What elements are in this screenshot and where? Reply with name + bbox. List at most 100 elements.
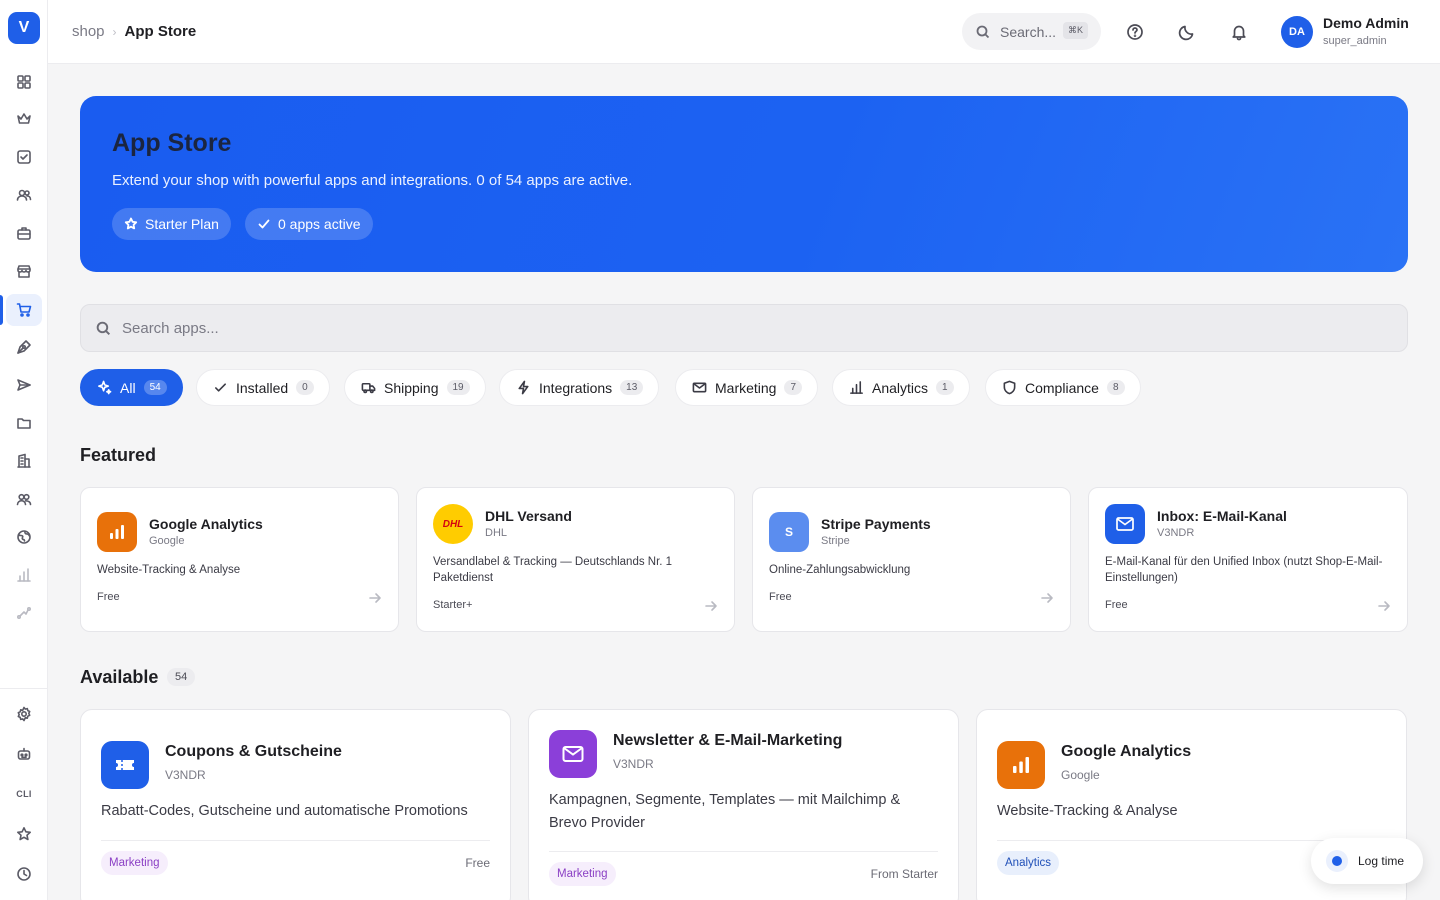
notifications-button[interactable] bbox=[1227, 20, 1251, 44]
cart-icon[interactable] bbox=[6, 294, 42, 326]
app-name: Stripe Payments bbox=[821, 516, 931, 532]
hero-banner: App Store Extend your shop with powerful… bbox=[80, 96, 1408, 272]
user-role: super_admin bbox=[1323, 35, 1387, 47]
app-price: Starter+ bbox=[433, 599, 473, 611]
active-indicator bbox=[0, 295, 3, 325]
app-name: DHL Versand bbox=[485, 508, 572, 524]
filter-chip-count: 0 bbox=[296, 380, 314, 395]
arrow-right-icon bbox=[1377, 599, 1391, 613]
cli-label: CLI bbox=[16, 789, 32, 799]
app-search-input[interactable] bbox=[122, 319, 1322, 337]
user-name[interactable]: Demo Admin bbox=[1323, 15, 1409, 31]
featured-app-card[interactable]: Google Analytics Google Website-Tracking… bbox=[80, 487, 399, 632]
app-price: Free bbox=[769, 591, 792, 603]
stripe-logo-text: S bbox=[784, 525, 793, 539]
page-subtitle: Extend your shop with powerful apps and … bbox=[112, 172, 633, 189]
filter-chip-analytics[interactable]: Analytics 1 bbox=[832, 369, 970, 406]
filter-chip-shipping[interactable]: Shipping 19 bbox=[344, 369, 486, 406]
global-search-button[interactable]: Search... ⌘K bbox=[962, 13, 1101, 50]
stripe-icon: S bbox=[769, 512, 809, 552]
app-price: Free bbox=[97, 591, 120, 603]
app-name: Inbox: E-Mail-Kanal bbox=[1157, 508, 1287, 524]
send-icon[interactable] bbox=[6, 369, 42, 401]
settings-icon[interactable] bbox=[6, 698, 42, 730]
arrow-right-icon bbox=[1040, 591, 1054, 605]
chevron-right-icon: › bbox=[112, 24, 117, 39]
clock-icon[interactable] bbox=[6, 858, 42, 890]
breadcrumb-shop-link[interactable]: shop bbox=[72, 23, 105, 40]
search-shortcut-badge: ⌘K bbox=[1062, 22, 1088, 39]
globe-icon[interactable] bbox=[6, 521, 42, 553]
app-description: Website-Tracking & Analyse bbox=[97, 564, 241, 576]
cli-icon[interactable]: CLI bbox=[6, 778, 42, 810]
filter-chip-marketing[interactable]: Marketing 7 bbox=[675, 369, 819, 406]
store-icon[interactable] bbox=[6, 255, 42, 287]
checkbox-icon[interactable] bbox=[6, 141, 42, 173]
app-vendor: Google bbox=[149, 535, 185, 547]
app-name: Newsletter & E-Mail-Marketing bbox=[613, 732, 843, 749]
pen-tool-icon[interactable] bbox=[6, 331, 42, 363]
moon-icon bbox=[1178, 25, 1194, 41]
filter-chip-compliance[interactable]: Compliance 8 bbox=[985, 369, 1141, 406]
featured-app-card[interactable]: DHL DHL Versand DHL Versandlabel & Track… bbox=[416, 487, 735, 632]
featured-heading: Featured bbox=[80, 445, 157, 465]
trend-icon[interactable] bbox=[6, 597, 42, 629]
app-price: Free bbox=[1105, 599, 1128, 611]
breadcrumb: shop › App Store bbox=[72, 23, 196, 40]
shield-icon bbox=[1003, 380, 1016, 395]
filter-chip-label: Shipping bbox=[384, 379, 439, 396]
analytics-icon bbox=[97, 512, 137, 552]
log-time-button[interactable]: Log time bbox=[1311, 838, 1423, 884]
dhl-logo-icon: DHL bbox=[433, 504, 473, 544]
dashboard-icon[interactable] bbox=[6, 66, 42, 98]
app-description: Versandlabel & Tracking — Deutschlands N… bbox=[433, 556, 673, 584]
building-icon[interactable] bbox=[6, 445, 42, 477]
dhl-logo-text: DHL bbox=[442, 518, 464, 530]
category-tag: Marketing bbox=[101, 851, 168, 875]
filter-chip-count: 8 bbox=[1106, 380, 1125, 395]
help-circle-icon bbox=[1127, 24, 1143, 40]
app-vendor: Google bbox=[1061, 768, 1100, 782]
plan-badge-label: Starter Plan bbox=[145, 216, 219, 232]
filter-chip-count: 54 bbox=[143, 380, 167, 395]
app-search-bar bbox=[80, 304, 1408, 352]
bar-chart-icon[interactable] bbox=[6, 559, 42, 591]
app-logo[interactable]: V bbox=[8, 12, 40, 44]
app-price: Free bbox=[465, 856, 490, 870]
filter-chip-installed[interactable]: Installed 0 bbox=[196, 369, 330, 406]
sparkle-icon bbox=[98, 380, 112, 395]
card-divider bbox=[101, 840, 490, 841]
help-button[interactable] bbox=[1123, 20, 1147, 44]
app-vendor: V3NDR bbox=[613, 757, 654, 771]
app-card[interactable]: Newsletter & E-Mail-Marketing V3NDR Kamp… bbox=[528, 709, 959, 900]
featured-app-card[interactable]: S Stripe Payments Stripe Online-Zahlungs… bbox=[752, 487, 1071, 632]
folder-icon[interactable] bbox=[6, 407, 42, 439]
bot-icon[interactable] bbox=[6, 738, 42, 770]
app-vendor: V3NDR bbox=[1157, 527, 1195, 539]
crown-icon[interactable] bbox=[6, 103, 42, 135]
bar-chart-icon bbox=[850, 381, 863, 394]
filter-chip-count: 7 bbox=[784, 380, 803, 395]
available-count-badge: 54 bbox=[167, 668, 196, 686]
app-card[interactable]: Coupons & Gutscheine V3NDR Rabatt-Codes,… bbox=[80, 709, 511, 900]
app-description: E-Mail-Kanal für den Unified Inbox (nutz… bbox=[1105, 556, 1383, 584]
filter-chip-label: Compliance bbox=[1025, 379, 1099, 396]
mail-icon bbox=[1105, 504, 1145, 544]
avatar[interactable]: DA bbox=[1281, 16, 1313, 48]
filter-chip-all[interactable]: All 54 bbox=[80, 369, 183, 406]
plan-badge: Starter Plan bbox=[112, 208, 231, 240]
users-icon[interactable] bbox=[6, 179, 42, 211]
filter-chip-label: Marketing bbox=[715, 379, 777, 396]
star-icon[interactable] bbox=[6, 818, 42, 850]
theme-toggle-button[interactable] bbox=[1175, 20, 1199, 44]
app-vendor: DHL bbox=[485, 527, 508, 539]
featured-app-card[interactable]: Inbox: E-Mail-Kanal V3NDR E-Mail-Kanal f… bbox=[1088, 487, 1408, 632]
team-icon[interactable] bbox=[6, 483, 42, 515]
log-time-label: Log time bbox=[1358, 854, 1405, 868]
arrow-right-icon bbox=[368, 591, 382, 605]
active-apps-label: 0 apps active bbox=[278, 216, 361, 232]
filter-chip-integrations[interactable]: Integrations 13 bbox=[499, 369, 660, 406]
page-title: App Store bbox=[112, 129, 232, 157]
briefcase-icon[interactable] bbox=[6, 217, 42, 249]
filter-chip-label: Integrations bbox=[539, 379, 613, 396]
